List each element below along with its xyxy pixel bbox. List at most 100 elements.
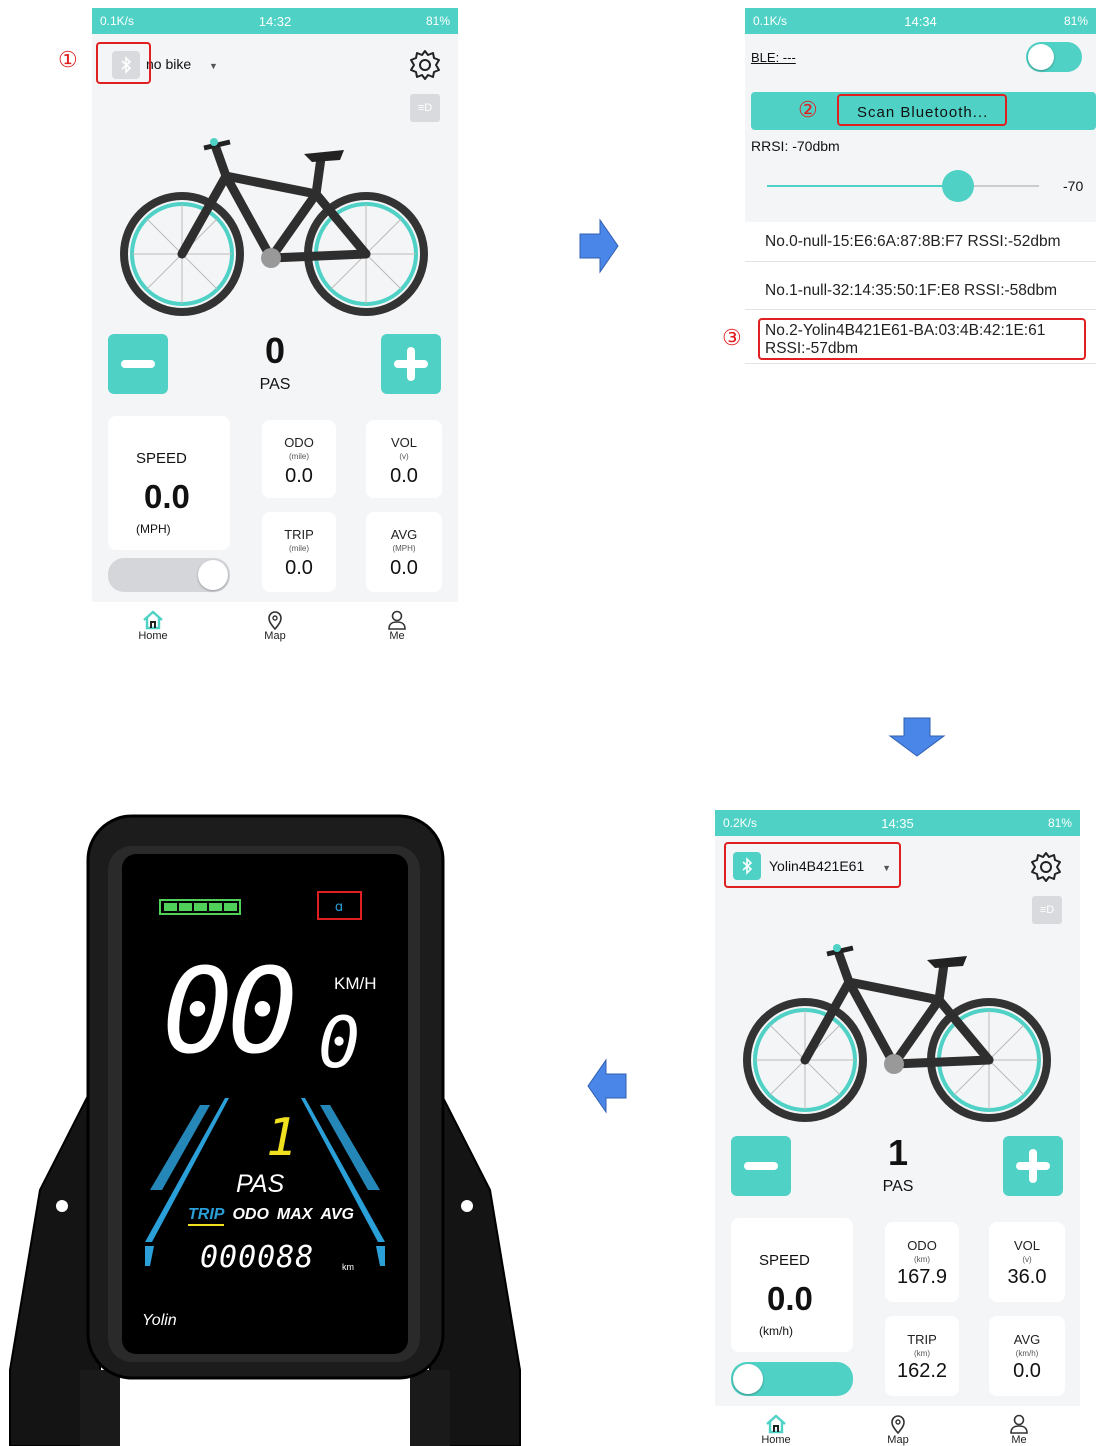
step-3-highlight [758, 318, 1086, 360]
rssi-slider-fill [767, 185, 961, 187]
vol-label: VOL [1013, 1238, 1040, 1253]
network-speed: 0.1K/s [753, 14, 788, 28]
trip-card: TRIP (km) 162.2 [885, 1316, 959, 1396]
rssi-slider-thumb[interactable] [942, 170, 974, 202]
arrow-left-icon [587, 1058, 627, 1114]
display-speed-decimal: 0 [318, 1002, 361, 1084]
mode-toggle[interactable] [108, 558, 230, 592]
device-row-1[interactable]: No.1-null-32:14:35:50:1F:E8 RSSI:-58dbm [745, 272, 1096, 310]
avg-unit: (km/h) [1015, 1349, 1039, 1358]
vol-card: VOL (v) 36.0 [989, 1222, 1065, 1302]
nav-home[interactable]: Home [746, 1414, 806, 1446]
nav-me[interactable]: Me [367, 610, 427, 642]
location-pin-icon [891, 1415, 905, 1434]
mode-max: MAX [276, 1206, 313, 1223]
person-icon [388, 610, 406, 630]
odo-unit: (km) [914, 1255, 930, 1264]
pas-decrease-button[interactable] [731, 1136, 791, 1196]
rssi-slider[interactable] [767, 170, 1039, 202]
rssi-value: -70 [1063, 178, 1084, 194]
vol-value: 0.0 [390, 465, 418, 487]
trip-label: TRIP [284, 527, 314, 542]
nav-home-label: Home [138, 630, 168, 642]
gear-icon[interactable] [1029, 850, 1063, 884]
arrow-down-icon [888, 717, 946, 757]
clock: 14:35 [881, 815, 914, 831]
display-speed-unit: KM/H [334, 974, 377, 993]
display-pas-level: 1 [266, 1108, 298, 1168]
vol-label: VOL [390, 435, 417, 450]
bluetooth-status-icon: ɑ [335, 900, 343, 915]
battery-level: 81% [425, 14, 451, 28]
ble-toggle[interactable] [1026, 42, 1082, 72]
home-icon [766, 1414, 786, 1434]
clock: 14:32 [258, 13, 292, 29]
step-1-highlight [96, 42, 151, 84]
nav-me-label: Me [1011, 1434, 1027, 1446]
mode-toggle[interactable] [731, 1362, 853, 1396]
speed-unit: (MPH) [136, 522, 171, 536]
avg-card: AVG (km/h) 0.0 [989, 1316, 1065, 1396]
device-name: No.0-null-15:E6:6A:87:8B:F7 RSSI:-52dbm [765, 232, 1061, 250]
vol-unit: (v) [1022, 1255, 1032, 1264]
speed-value: 0.0 [144, 478, 190, 515]
nav-map[interactable]: Map [868, 1414, 928, 1446]
light-icon[interactable]: ≡D [410, 94, 440, 122]
avg-value: 0.0 [1013, 1360, 1041, 1382]
nav-home[interactable]: Home [123, 610, 183, 642]
network-speed: 0.2K/s [723, 816, 758, 830]
vol-unit: (v) [399, 452, 409, 461]
status-bar: 0.2K/s 14:35 81% [715, 810, 1080, 836]
network-speed: 0.1K/s [100, 14, 135, 28]
display-pas-label: PAS [236, 1170, 285, 1198]
step-2-marker: ② [798, 98, 818, 123]
trip-unit: (km) [914, 1349, 930, 1358]
odo-unit: (mile) [289, 452, 309, 461]
trip-value: 0.0 [285, 557, 313, 579]
clock: 14:34 [904, 13, 937, 29]
connected-device-highlight [724, 842, 901, 888]
speed-label: SPEED [759, 1252, 810, 1269]
pas-increase-button[interactable] [381, 334, 441, 394]
nav-me[interactable]: Me [989, 1414, 1049, 1446]
bike-image [743, 944, 1051, 1122]
avg-card: AVG (MPH) 0.0 [366, 512, 442, 592]
nav-map-label: Map [264, 630, 286, 642]
location-pin-icon [268, 611, 282, 630]
rssi-label: RRSI: -70dbm [751, 138, 840, 154]
pas-increase-button[interactable] [1003, 1136, 1063, 1196]
mode-odo: ODO [232, 1206, 269, 1223]
odo-value: 167.9 [896, 1266, 948, 1288]
mode-avg: AVG [320, 1206, 354, 1223]
odo-card: ODO (km) 167.9 [885, 1222, 959, 1302]
screen-1-home: 0.1K/s 14:32 81% no bike ▼ ≡D 0 PAS SPEE… [92, 8, 458, 658]
speed-label: SPEED [136, 450, 187, 467]
step-2-highlight [837, 94, 1007, 126]
step-3-marker: ③ [722, 326, 742, 351]
pas-label: PAS [259, 376, 291, 393]
status-bar: 0.1K/s 14:32 81% [92, 8, 458, 34]
speed-value: 0.0 [767, 1280, 813, 1317]
chevron-down-icon: ▼ [209, 61, 218, 71]
display-mode-row: TRIP ODO MAX AVG [188, 1206, 354, 1226]
odo-value: 0.0 [285, 465, 313, 487]
status-bar: 0.1K/s 14:34 81% [745, 8, 1096, 34]
trip-unit: (mile) [289, 544, 309, 553]
person-icon [1010, 1414, 1028, 1434]
nav-map[interactable]: Map [245, 610, 305, 642]
device-list: No.0-null-15:E6:6A:87:8B:F7 RSSI:-52dbm … [745, 222, 1096, 656]
speed-card: SPEED 0.0 (MPH) [108, 416, 230, 550]
trip-card: TRIP (mile) 0.0 [262, 512, 336, 592]
pas-value: 1 [887, 1132, 909, 1173]
device-name: No.1-null-32:14:35:50:1F:E8 RSSI:-58dbm [765, 281, 1058, 299]
nav-home-label: Home [761, 1434, 791, 1446]
battery-level: 81% [1063, 14, 1089, 28]
light-icon[interactable]: ≡D [1032, 896, 1062, 924]
bike-selector[interactable]: no bike ▼ [146, 56, 218, 72]
mode-trip: TRIP [188, 1206, 225, 1226]
vol-value: 36.0 [1007, 1266, 1047, 1288]
gear-icon[interactable] [408, 48, 442, 82]
pas-decrease-button[interactable] [108, 334, 168, 394]
device-row-0[interactable]: No.0-null-15:E6:6A:87:8B:F7 RSSI:-52dbm [745, 222, 1096, 262]
bike-image [120, 138, 428, 316]
